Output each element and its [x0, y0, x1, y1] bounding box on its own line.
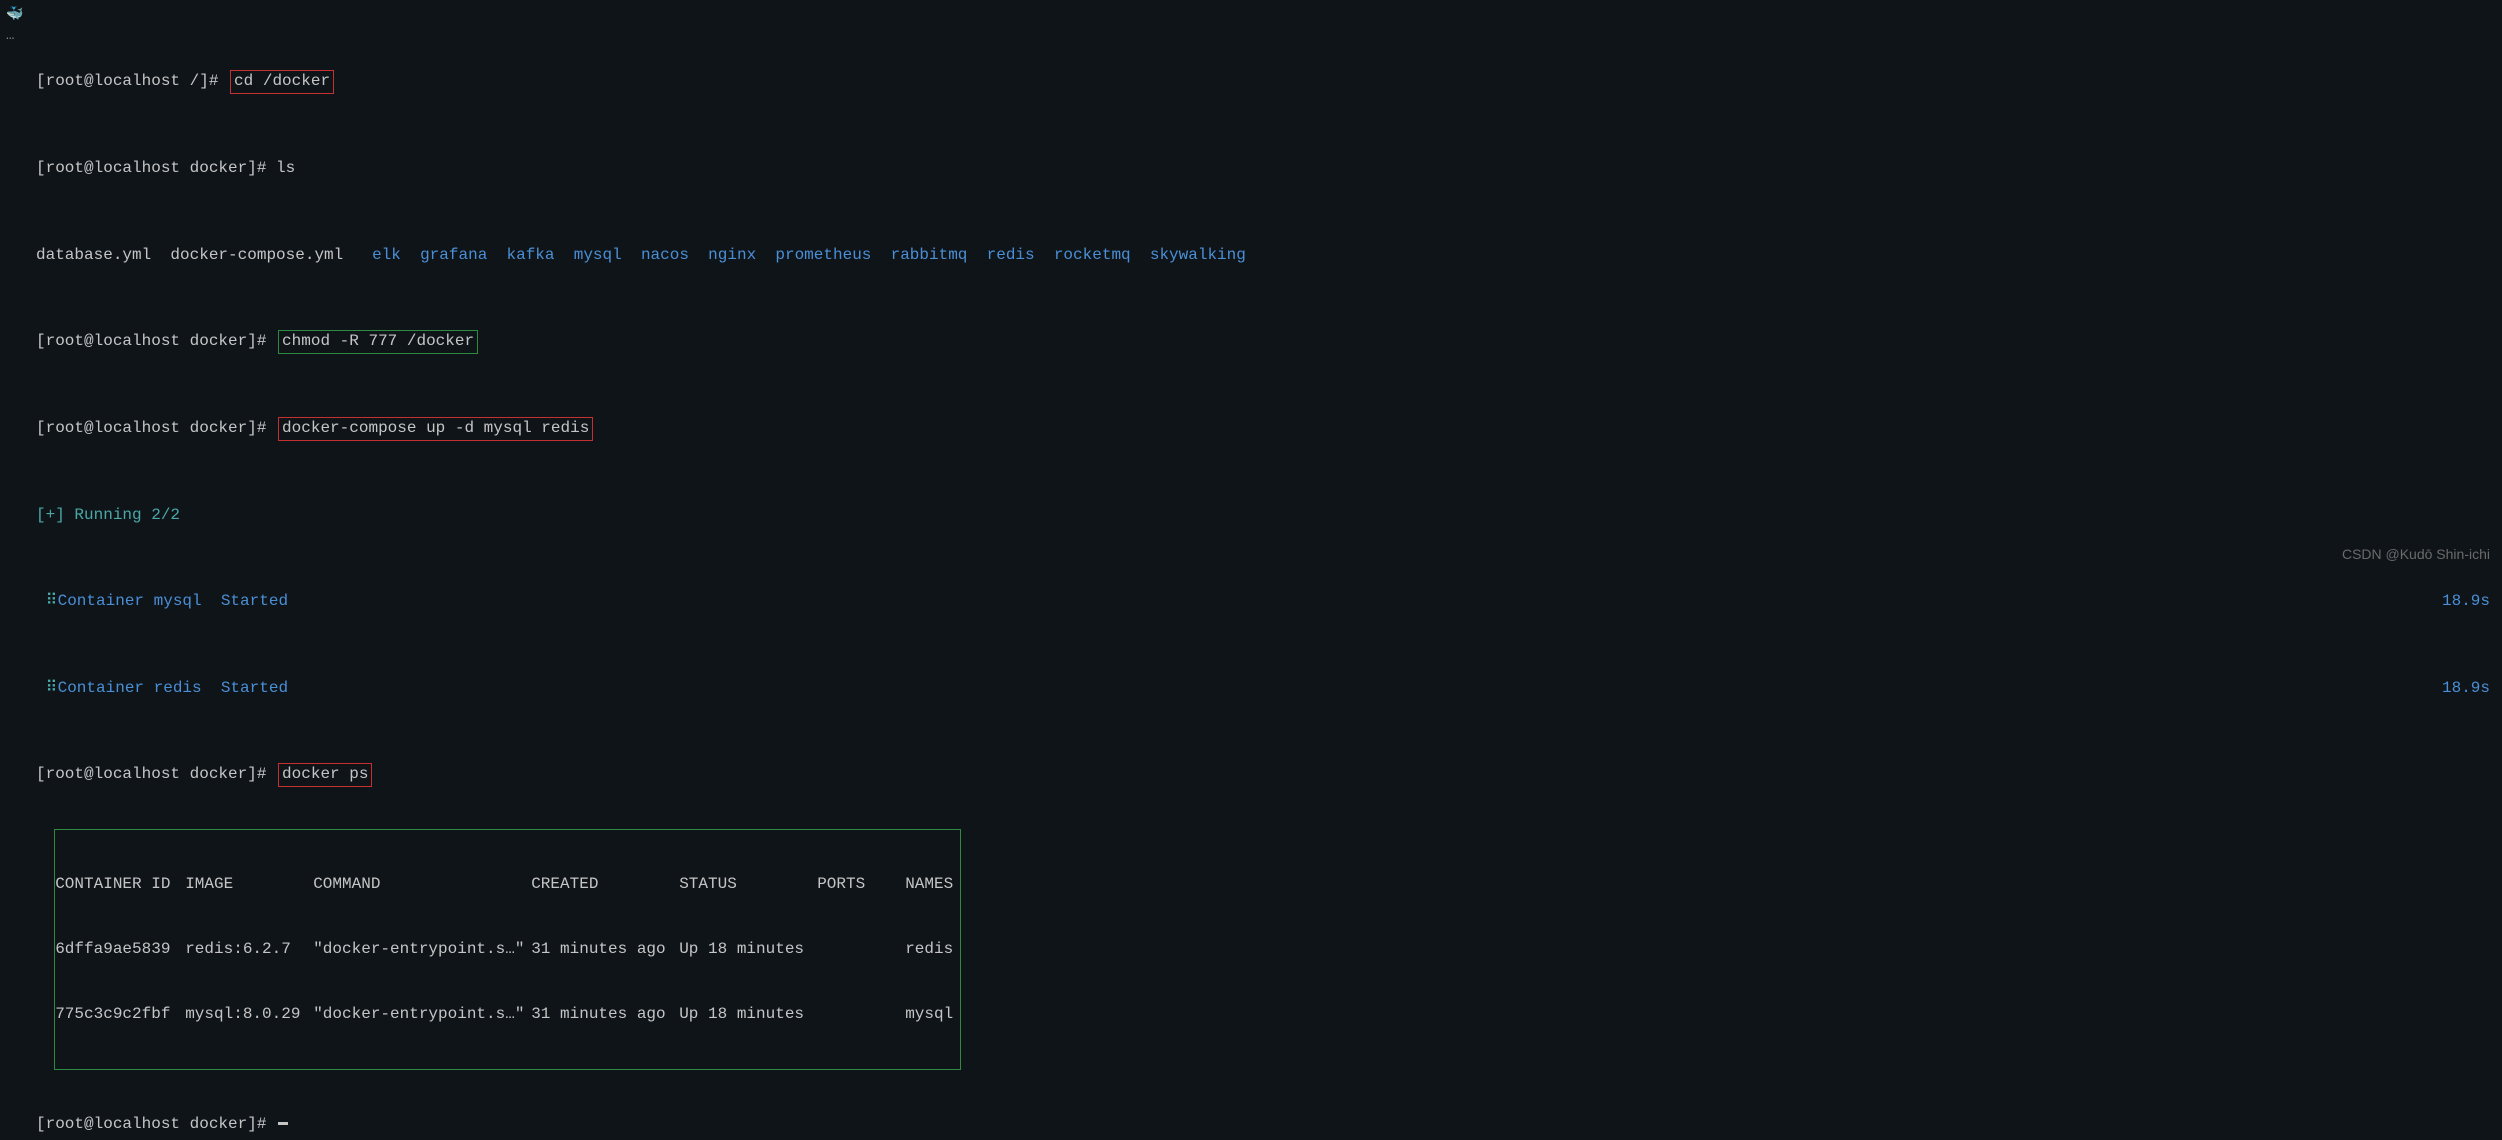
check-icon: ⠿ [36, 591, 48, 613]
cursor-icon [278, 1122, 288, 1125]
prompt: [root@localhost docker]# [36, 1114, 276, 1136]
prompt: [root@localhost docker]# [36, 764, 276, 786]
prompt: [root@localhost docker]# [36, 331, 276, 353]
prompt-line-cd: [root@localhost /]# cd /docker [36, 71, 2502, 93]
command-chmod: chmod -R 777 /docker [278, 330, 478, 354]
cell-container-id: 775c3c9c2fbf [55, 1004, 185, 1026]
command-ps: docker ps [278, 763, 372, 787]
running-header: [+] Running 2/2 [36, 505, 2502, 527]
ls-dir: mysql [574, 245, 622, 267]
ls-output-line: database.yml docker-compose.yml elk graf… [36, 244, 2502, 266]
prompt: [root@localhost /]# [36, 71, 228, 93]
ls-dir: prometheus [775, 245, 871, 267]
table-row: 775c3c9c2fbf mysql:8.0.29 "docker-entryp… [55, 1004, 960, 1026]
prompt-line-empty: [root@localhost docker]# [36, 1113, 2502, 1135]
gutter-ellipsis: … [6, 27, 23, 46]
prompt-line-ls: [root@localhost docker]# ls [36, 158, 2502, 180]
header-ports: PORTS [817, 874, 905, 896]
header-container-id: CONTAINER ID [55, 874, 185, 896]
cell-names: mysql [905, 1004, 960, 1026]
cell-container-id: 6dffa9ae5839 [55, 939, 185, 961]
docker-icon: 🐳 [6, 6, 23, 25]
cell-created: 31 minutes ago [531, 1004, 679, 1026]
table-row: 6dffa9ae5839 redis:6.2.7 "docker-entrypo… [55, 939, 960, 961]
container-mysql: Container mysql Started [48, 592, 288, 610]
cell-command: "docker-entrypoint.s…" [313, 1004, 531, 1026]
prompt: [root@localhost docker]# [36, 158, 276, 180]
check-icon: ⠿ [36, 678, 48, 700]
prompt: [root@localhost docker]# [36, 418, 276, 440]
running-text: [+] Running 2/2 [36, 505, 180, 527]
ls-dir: rabbitmq [891, 245, 968, 267]
ls-file: database.yml [36, 245, 151, 267]
prompt-line-chmod: [root@localhost docker]# chmod -R 777 /d… [36, 331, 2502, 353]
header-image: IMAGE [185, 874, 313, 896]
cell-created: 31 minutes ago [531, 939, 679, 961]
cell-status: Up 18 minutes [679, 1004, 817, 1026]
ls-dir: skywalking [1150, 245, 1246, 267]
ls-file: docker-compose.yml [170, 245, 343, 267]
header-status: STATUS [679, 874, 817, 896]
ls-dir: nginx [708, 245, 756, 267]
cell-image: redis:6.2.7 [185, 939, 313, 961]
container-mysql-line: ⠿ Container mysql Started 18.9s [36, 591, 2502, 613]
container-redis: Container redis Started [48, 679, 288, 697]
command-cd: cd /docker [230, 70, 334, 94]
terminal-output[interactable]: [root@localhost /]# cd /docker [root@loc… [0, 6, 2502, 1140]
cell-status: Up 18 minutes [679, 939, 817, 961]
header-command: COMMAND [313, 874, 531, 896]
cell-image: mysql:8.0.29 [185, 1004, 313, 1026]
gutter: 🐳 … [6, 6, 23, 46]
ls-dir: nacos [641, 245, 689, 267]
command-ls: ls [276, 158, 295, 180]
container-redis-line: ⠿ Container redis Started 18.9s [36, 678, 2502, 700]
prompt-line-ps: [root@localhost docker]# docker ps [36, 764, 2502, 786]
elapsed-time: 18.9s [2442, 678, 2502, 700]
ls-dir: redis [987, 245, 1035, 267]
ls-dir: kafka [507, 245, 555, 267]
header-names: NAMES [905, 874, 960, 896]
table-header-row: CONTAINER ID IMAGE COMMAND CREATED STATU… [55, 874, 960, 896]
docker-ps-table: CONTAINER ID IMAGE COMMAND CREATED STATU… [54, 829, 961, 1070]
cell-names: redis [905, 939, 960, 961]
ls-dir: rocketmq [1054, 245, 1131, 267]
prompt-line-compose: [root@localhost docker]# docker-compose … [36, 418, 2502, 440]
header-created: CREATED [531, 874, 679, 896]
watermark: CSDN @Kudō Shin-ichi [2342, 545, 2490, 564]
ls-dir: elk [372, 245, 401, 267]
ls-dir: grafana [420, 245, 487, 267]
command-compose: docker-compose up -d mysql redis [278, 417, 593, 441]
elapsed-time: 18.9s [2442, 591, 2502, 613]
cell-command: "docker-entrypoint.s…" [313, 939, 531, 961]
